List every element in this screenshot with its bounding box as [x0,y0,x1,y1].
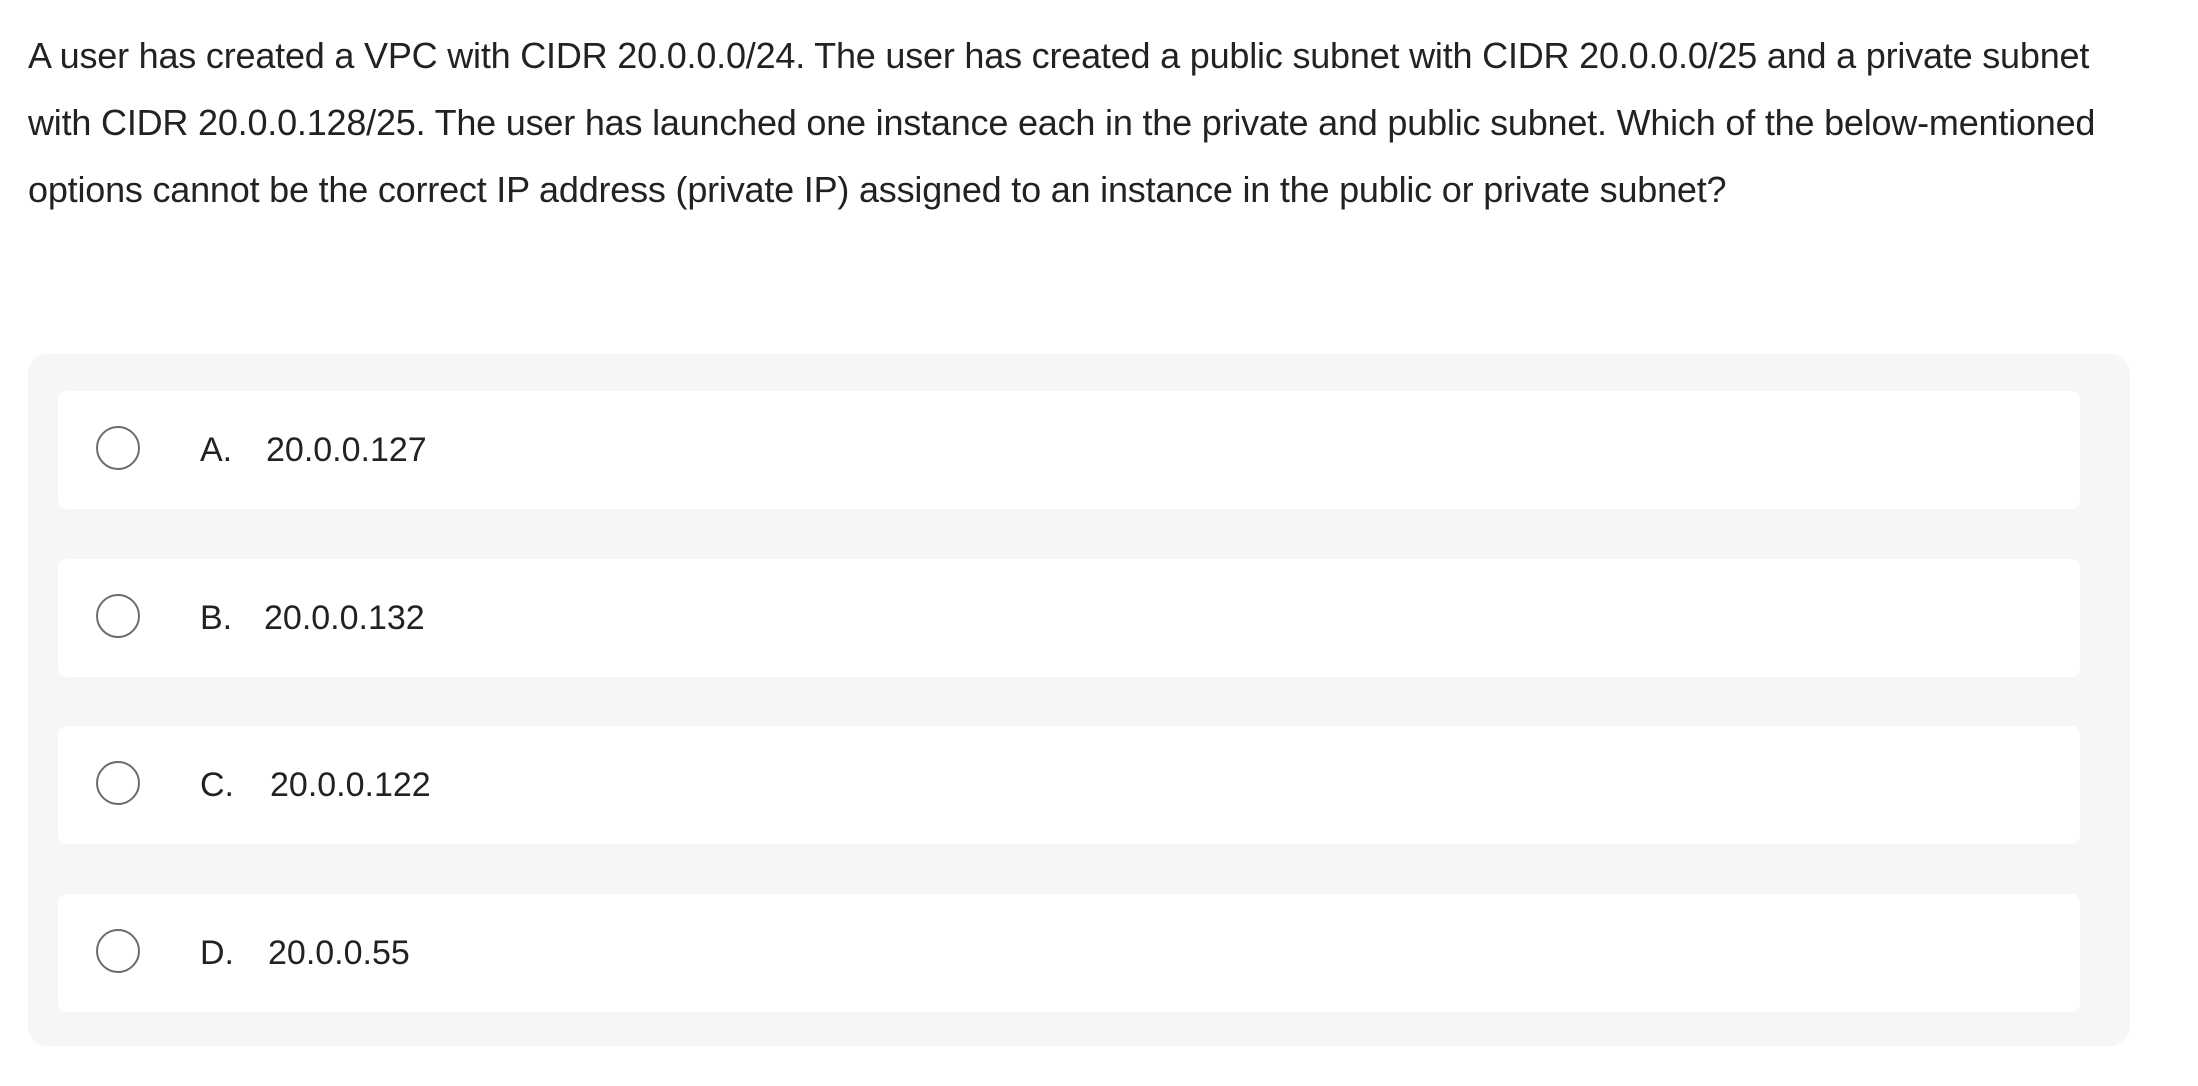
radio-button-b[interactable] [96,594,140,638]
option-letter: D. [200,934,234,972]
radio-button-a[interactable] [96,426,140,470]
option-text: 20.0.0.55 [268,934,410,972]
option-c[interactable]: C. 20.0.0.122 [58,726,2080,844]
option-text: 20.0.0.132 [264,599,425,637]
radio-button-c[interactable] [96,761,140,805]
question-text: A user has created a VPC with CIDR 20.0.… [28,35,2096,210]
option-d[interactable]: D. 20.0.0.55 [58,894,2080,1012]
option-text: 20.0.0.122 [270,766,431,804]
option-letter: B. [200,599,233,637]
option-letter: C. [200,766,234,804]
option-b[interactable]: B. 20.0.0.132 [58,559,2080,677]
radio-button-d[interactable] [96,929,140,973]
option-a[interactable]: A. 20.0.0.127 [58,391,2080,509]
option-text: 20.0.0.127 [266,431,427,469]
option-letter: A. [200,431,233,469]
answer-options-panel: A. 20.0.0.127 B. 20.0.0.132 C. 20.0.0.12… [28,354,2130,1046]
